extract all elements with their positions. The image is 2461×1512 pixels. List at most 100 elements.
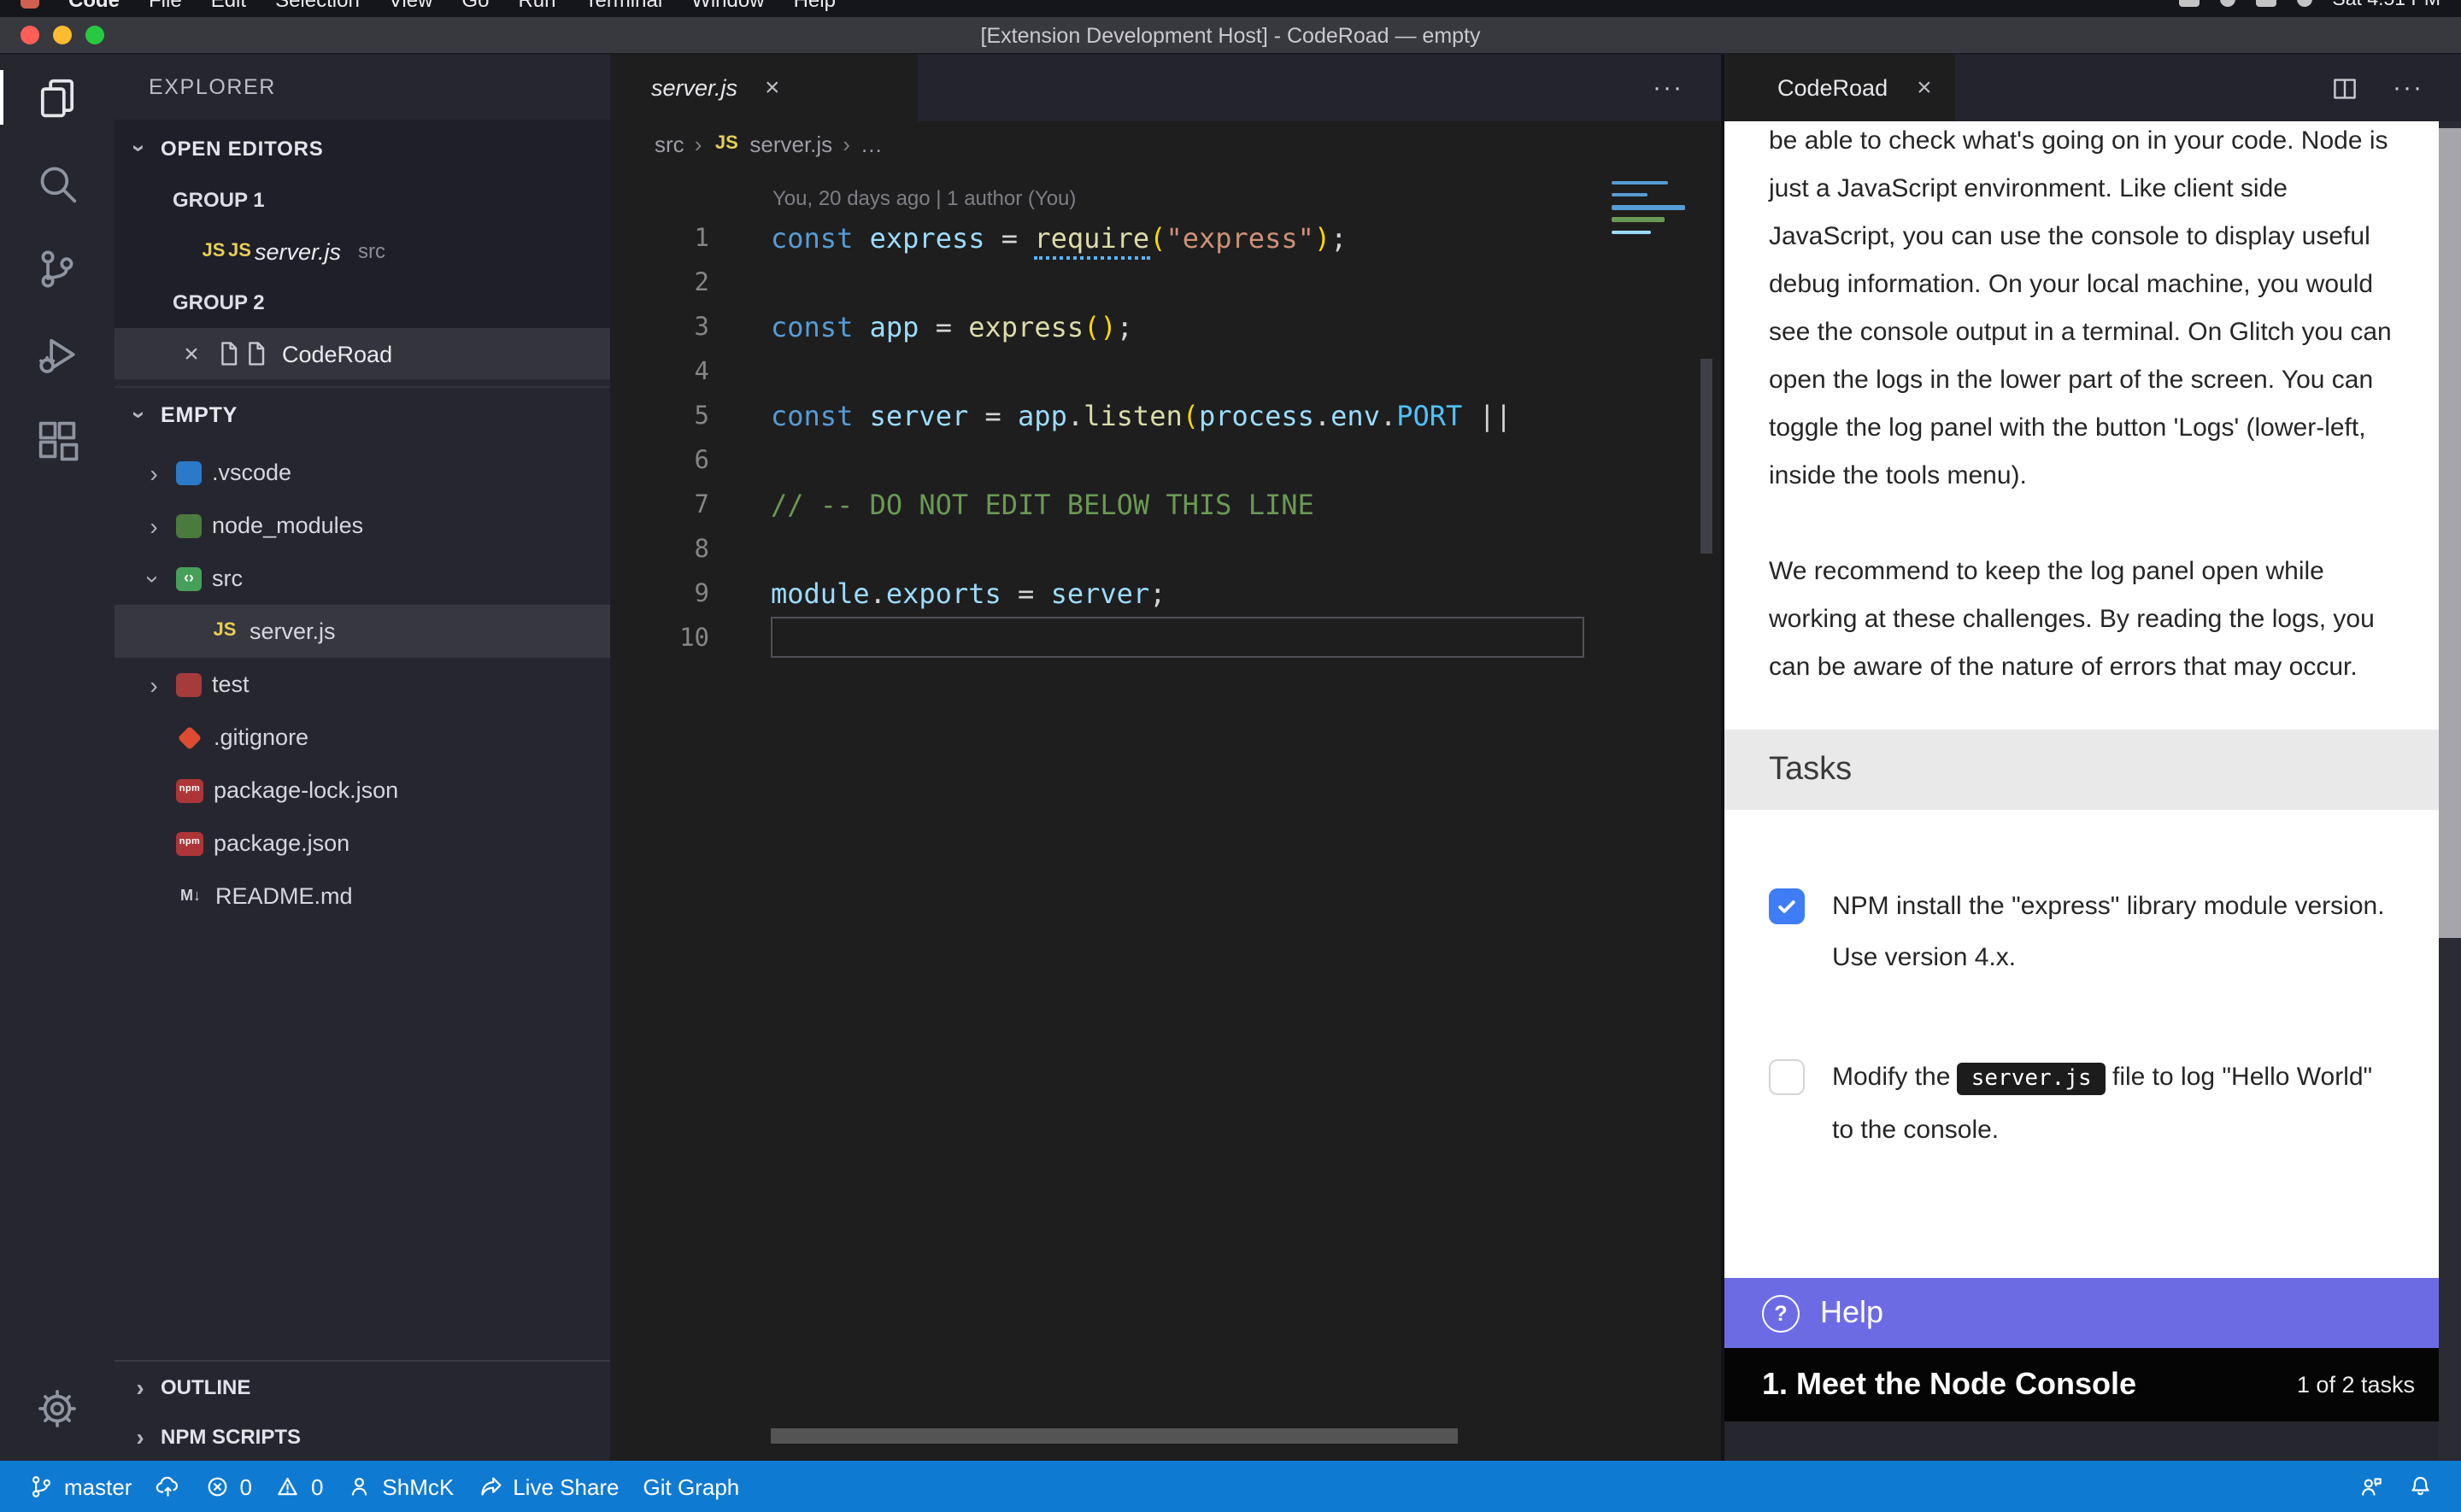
close-window-button[interactable]: [21, 26, 39, 44]
line-number[interactable]: 7: [610, 483, 709, 528]
status-master[interactable]: master: [17, 1461, 144, 1512]
panel-scrollbar-thumb[interactable]: [2439, 128, 2461, 938]
workspace-header[interactable]: › EMPTY: [115, 386, 610, 442]
doc-icon: [215, 340, 243, 367]
code-line[interactable]: 10: [610, 617, 1721, 661]
line-number[interactable]: 2: [610, 261, 709, 306]
tree-item-readme-md[interactable]: M↓README.md: [115, 870, 610, 923]
tree-item-package-json[interactable]: npmpackage.json: [115, 817, 610, 870]
activity-explorer[interactable]: [0, 55, 115, 140]
open-editor-item[interactable]: ×CodeRoad: [115, 328, 610, 379]
menu-selection[interactable]: Selection: [275, 0, 360, 11]
person-icon: [347, 1474, 372, 1499]
status-bell[interactable]: [2395, 1474, 2444, 1499]
activity-run-debug[interactable]: [0, 311, 115, 396]
panel-scrollbar[interactable]: [2439, 121, 2461, 1461]
status-live-share[interactable]: Live Share: [466, 1461, 631, 1512]
code-line[interactable]: 1const express = require("express");: [610, 217, 1721, 261]
zoom-window-button[interactable]: [85, 26, 104, 44]
menubar-status-icon[interactable]: [2219, 0, 2235, 7]
tree-item-node-modules[interactable]: ›node_modules: [115, 499, 610, 552]
line-number[interactable]: 10: [610, 617, 709, 661]
task-checkbox[interactable]: [1769, 888, 1805, 924]
activity-search[interactable]: [0, 140, 115, 226]
menu-terminal[interactable]: Terminal: [584, 0, 662, 11]
close-tab-icon[interactable]: ×: [1917, 73, 1932, 103]
tree-item-src[interactable]: ›‹›src: [115, 552, 610, 605]
status-git-graph[interactable]: Git Graph: [631, 1461, 752, 1512]
activity-source-control[interactable]: [0, 226, 115, 311]
line-number[interactable]: 3: [610, 306, 709, 350]
coderoad-tab-label: CodeRoad: [1777, 75, 1888, 101]
code-editor[interactable]: 1const express = require("express");23co…: [610, 217, 1721, 661]
help-bar[interactable]: ? Help: [1724, 1278, 2439, 1348]
editor-horizontal-scrollbar[interactable]: [771, 1428, 1458, 1444]
tree-item-package-lock-json[interactable]: npmpackage-lock.json: [115, 764, 610, 817]
open-editors-header[interactable]: › OPEN EDITORS: [115, 123, 610, 174]
line-number[interactable]: 6: [610, 439, 709, 483]
menu-help[interactable]: Help: [794, 0, 836, 11]
status-shmck[interactable]: ShMcK: [335, 1461, 466, 1512]
lesson-footer: 1. Meet the Node Console 1 of 2 tasks: [1724, 1348, 2439, 1421]
editor-tab[interactable]: server.js ×: [610, 55, 918, 121]
task-checkbox[interactable]: [1769, 1059, 1805, 1095]
menu-code[interactable]: Code: [68, 0, 120, 11]
open-editor-item[interactable]: JSJSserver.jssrc: [115, 226, 610, 277]
menubar-status-icon[interactable]: [2296, 0, 2311, 7]
tree-item-gitignore[interactable]: .gitignore: [115, 711, 610, 764]
code-line[interactable]: 4: [610, 350, 1721, 395]
line-number[interactable]: 8: [610, 528, 709, 572]
editor-vertical-scrollbar[interactable]: [1700, 359, 1712, 554]
apple-menu-icon[interactable]: [21, 0, 39, 9]
code-line[interactable]: 7// -- DO NOT EDIT BELOW THIS LINE: [610, 483, 1721, 528]
menu-go[interactable]: Go: [461, 0, 489, 11]
menu-edit[interactable]: Edit: [211, 0, 246, 11]
line-number[interactable]: 9: [610, 572, 709, 617]
coderoad-tab[interactable]: CodeRoad ×: [1724, 55, 1956, 121]
code-text: [709, 261, 771, 306]
tree-item-vscode[interactable]: ›.vscode: [115, 446, 610, 499]
status-bar: master00ShMcKLive ShareGit Graph: [0, 1461, 2461, 1512]
editor-tab-label: server.js: [651, 75, 737, 101]
code-line[interactable]: 9module.exports = server;: [610, 572, 1721, 617]
line-number[interactable]: 4: [610, 350, 709, 395]
menubar-status-icon[interactable]: [2178, 0, 2199, 7]
status-0[interactable]: 0: [192, 1461, 263, 1512]
tree-item-server-js[interactable]: JSserver.js: [115, 605, 610, 658]
lesson-paragraphs: be able to check what's going on in your…: [1724, 121, 2439, 692]
activity-extensions[interactable]: [0, 396, 115, 482]
breadcrumb-item[interactable]: …: [860, 131, 883, 156]
minimap[interactable]: [1612, 181, 1694, 240]
section-npm-scripts[interactable]: ›NPM SCRIPTS: [115, 1411, 610, 1461]
menubar-clock[interactable]: Sat 4:51 PM: [2332, 0, 2440, 9]
close-icon[interactable]: ×: [179, 339, 203, 368]
more-actions-icon[interactable]: ···: [2393, 73, 2423, 103]
status-cloud-upload[interactable]: [144, 1461, 192, 1512]
menu-file[interactable]: File: [149, 0, 182, 11]
code-line[interactable]: 2: [610, 261, 1721, 306]
status-0[interactable]: 0: [264, 1461, 335, 1512]
status-contact[interactable]: [2346, 1474, 2395, 1499]
section-outline[interactable]: ›OUTLINE: [115, 1362, 610, 1411]
code-line[interactable]: 6: [610, 439, 1721, 483]
minimize-window-button[interactable]: [53, 26, 72, 44]
code-line[interactable]: 8: [610, 528, 1721, 572]
menu-window[interactable]: Window: [691, 0, 764, 11]
menu-view[interactable]: View: [389, 0, 433, 11]
line-number[interactable]: 5: [610, 395, 709, 439]
activity-settings[interactable]: [0, 1365, 115, 1450]
line-number[interactable]: 1: [610, 217, 709, 261]
menubar-status-icon[interactable]: [2255, 0, 2276, 7]
tree-item-test[interactable]: ›test: [115, 658, 610, 711]
split-editor-icon[interactable]: [2331, 74, 2358, 102]
chevron-down-icon: ›: [128, 403, 152, 427]
more-actions-icon[interactable]: ···: [1653, 73, 1683, 103]
code-line[interactable]: 5const server = app.listen(process.env.P…: [610, 395, 1721, 439]
gitlens-blame-annotation: You, 20 days ago | 1 author (You): [610, 179, 1721, 217]
close-tab-icon[interactable]: ×: [765, 73, 780, 103]
breadcrumb-item[interactable]: JSserver.js: [712, 130, 832, 157]
menu-run[interactable]: Run: [518, 0, 555, 11]
code-line[interactable]: 3const app = express();: [610, 306, 1721, 350]
panel-tabbar: CodeRoad × ···: [1724, 55, 2461, 121]
breadcrumb-item[interactable]: src: [655, 131, 684, 156]
